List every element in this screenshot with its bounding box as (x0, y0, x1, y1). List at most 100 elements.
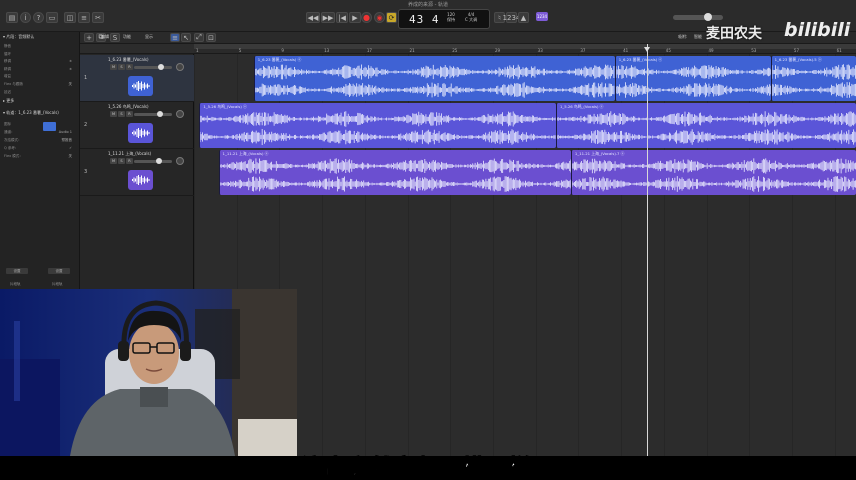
track-name[interactable]: 1_11.21 上海_(Vocals) (108, 151, 151, 157)
menu-functions[interactable]: 功能 (123, 34, 131, 40)
editors-button[interactable]: ✂ (92, 12, 104, 23)
cycle-button[interactable]: ⟳ (386, 12, 397, 23)
record-button[interactable]: ● (361, 12, 372, 23)
menu-view[interactable]: 显示 (145, 34, 153, 40)
toolbar-button[interactable]: ▭ (46, 12, 58, 23)
solo-button[interactable]: S (118, 64, 125, 70)
mute-button[interactable]: M (110, 158, 117, 164)
region-param-row[interactable]: 循环 (4, 52, 76, 57)
track-icon[interactable] (128, 76, 153, 96)
playhead[interactable] (646, 44, 648, 456)
pointer-tool-button[interactable]: ↖ (181, 33, 191, 42)
pan-knob[interactable] (176, 63, 184, 71)
track-inspector-header[interactable]: ▾ 轨道：1_6.23 番薯_(Vocals) (3, 110, 59, 116)
bar-ruler[interactable]: 1 5 9 13 17 21 25 29 33 37 41 45 49 53 57 61 (194, 44, 856, 54)
cycle-area[interactable] (194, 44, 856, 49)
waveform (254, 64, 615, 98)
track-volume-slider[interactable] (134, 64, 172, 70)
track-param-row[interactable]: Q 参考： ✓ (4, 146, 76, 151)
track-header[interactable]: 1 1_6.23 番薯_(Vocals) M S R (80, 55, 194, 102)
ruler-bar-label: 25 (452, 48, 458, 53)
play-button[interactable]: ▶ (349, 12, 361, 23)
pan-knob[interactable] (176, 110, 184, 118)
track-param-row[interactable]: 通道： Audio 1 (4, 130, 76, 135)
snap-dropdown[interactable]: 智能 (694, 34, 702, 40)
forward-button[interactable]: ▶▶ (321, 12, 335, 23)
waveform (200, 111, 556, 145)
mixer-button[interactable]: ≡ (78, 12, 90, 23)
track-volume-knob[interactable] (158, 64, 164, 70)
catch-button[interactable]: ⊡ (206, 33, 216, 42)
flex-tool-button[interactable]: ⤢ (194, 33, 204, 42)
track-param-row[interactable]: 冻结模式： 预推音 (4, 138, 76, 143)
record-enable-button[interactable]: R (126, 111, 133, 117)
rewind-button[interactable]: ◀◀ (306, 12, 320, 23)
library-button[interactable]: ▤ (6, 12, 18, 23)
inspector-button[interactable]: i (20, 12, 31, 23)
global-tracks-icon: S (112, 33, 118, 42)
track-param-row[interactable]: Flex 模式： 关 (4, 154, 76, 159)
track-volume-knob[interactable] (156, 158, 163, 164)
metronome-button[interactable]: ▲ (518, 12, 529, 23)
track-header[interactable]: 2 1_5.26 鸟鸣_(Vocals) M S R (80, 102, 194, 149)
param-value[interactable]: 关 (69, 82, 73, 87)
track-name[interactable]: 1_5.26 鸟鸣_(Vocals) (108, 104, 149, 110)
quick-help-button[interactable]: ? (33, 12, 44, 23)
channel-setting-button-1[interactable]: 设置 (6, 268, 28, 274)
track-volume-slider[interactable] (134, 158, 172, 164)
param-label: 循环 (4, 51, 11, 56)
region-param-row[interactable]: 增益 (4, 74, 76, 79)
ruler-bar-label: 33 (537, 48, 543, 53)
playhead-handle[interactable] (643, 47, 650, 52)
param-value[interactable]: ✓ (69, 146, 72, 150)
record-enable-button[interactable]: R (126, 64, 133, 70)
track-icon[interactable] (128, 170, 153, 190)
mute-button[interactable]: M (110, 64, 117, 70)
channel-setting-button-2[interactable]: 设置 (48, 268, 70, 274)
audio-region[interactable]: 1_5.26 鸟鸣_(Vocals) ⓞ (199, 103, 556, 148)
region-param-row[interactable]: 延迟 (4, 90, 76, 95)
track-volume-knob[interactable] (157, 111, 163, 117)
region-param-row[interactable]: 移调 ± (4, 59, 76, 64)
region-param-row[interactable]: Flex 与跟随 关 (4, 82, 76, 87)
region-param-row[interactable]: 精调 ± (4, 67, 76, 72)
track-icon[interactable] (128, 123, 153, 143)
lcd-display[interactable]: 43 4 120 保持 4/4 C 大调 (398, 9, 490, 29)
audio-region[interactable]: 1_11.21 上海_(Vocals) ⓞ (218, 150, 571, 195)
menu-edit[interactable]: 编辑 (101, 34, 109, 40)
add-track-button[interactable]: + (84, 33, 94, 42)
param-value[interactable]: ± (69, 59, 72, 63)
track-param-row[interactable]: 图标 (4, 122, 76, 127)
track-number: 2 (84, 122, 88, 128)
param-value[interactable]: Audio 1 (59, 130, 72, 134)
count-in-button[interactable]: 1234 (503, 12, 520, 23)
audio-region[interactable]: 1_11.21 上海_(Vocals).7 ⓞ (570, 150, 856, 195)
track-volume-slider[interactable] (134, 111, 172, 117)
solo-button[interactable]: S (118, 111, 125, 117)
global-tracks-button[interactable]: S (110, 33, 120, 42)
ruler-bar-label: 17 (366, 48, 372, 53)
param-value[interactable]: ± (69, 67, 72, 71)
list-view-button[interactable]: ≡ (170, 33, 180, 42)
param-label: 移调 (4, 59, 11, 64)
more-section[interactable]: ▸ 更多 (3, 98, 14, 104)
track-name[interactable]: 1_6.23 番薯_(Vocals) (108, 57, 149, 63)
audio-region[interactable]: 1_6.23 番薯_(Vocals).5 ⓞ (770, 56, 856, 101)
region-inspector-header[interactable]: ▾ 片段：音频默认 (3, 34, 34, 40)
replace-button[interactable]: ◉ (374, 12, 385, 23)
param-value[interactable]: 预推音 (62, 138, 73, 143)
audio-region[interactable]: 1_6.23 番薯_(Vocals) ⓞ (614, 56, 771, 101)
param-value[interactable]: 关 (69, 154, 73, 159)
pan-knob[interactable] (176, 157, 184, 165)
audio-region[interactable]: 1_6.23 番薯_(Vocals) ⓞ (253, 56, 615, 101)
track-header[interactable]: 3 1_11.21 上海_(Vocals) M S R (80, 149, 194, 196)
region-param-row[interactable]: 静音 (4, 44, 76, 49)
solo-button[interactable]: S (118, 158, 125, 164)
master-volume-slider[interactable] (673, 13, 723, 21)
go-to-start-button[interactable]: |◀ (336, 12, 348, 23)
mute-button[interactable]: M (110, 111, 117, 117)
smart-controls-button[interactable]: ◫ (64, 12, 76, 23)
audio-region[interactable]: 1_5.26 鸟鸣_(Vocals) ⓞ (555, 103, 856, 148)
master-volume-knob[interactable] (704, 13, 712, 21)
record-enable-button[interactable]: R (126, 158, 133, 164)
